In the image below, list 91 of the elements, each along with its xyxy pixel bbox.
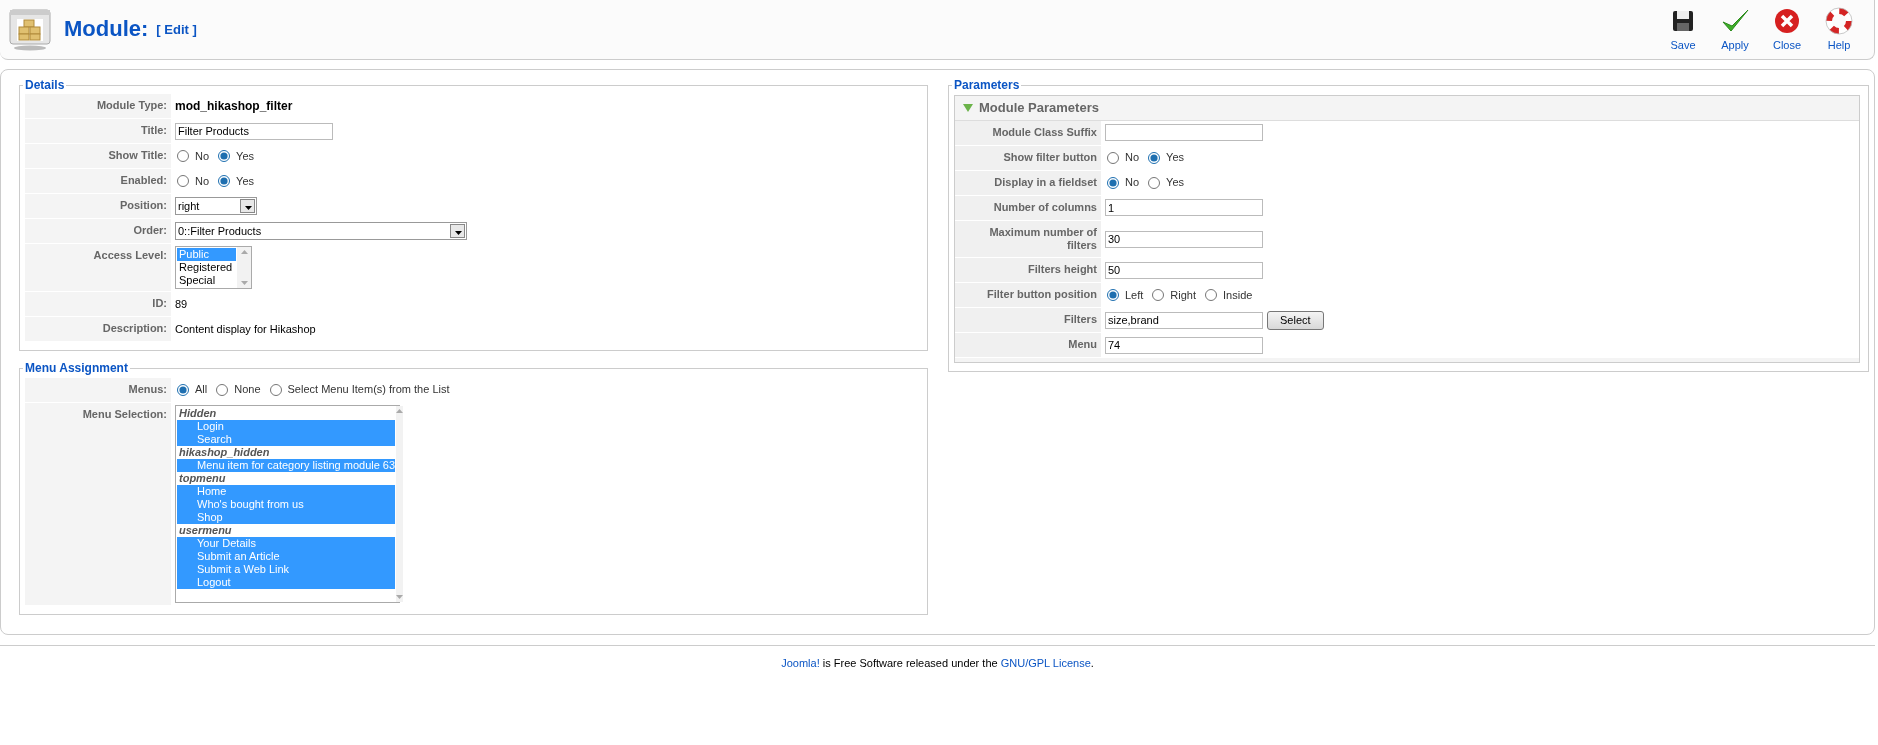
field-label: Menus: xyxy=(25,377,171,402)
scroll-up-icon[interactable] xyxy=(240,250,248,255)
option-label: Right xyxy=(1170,288,1197,302)
radio-button[interactable] xyxy=(1148,152,1161,164)
radio-button[interactable] xyxy=(1152,289,1165,302)
option-label: None xyxy=(234,383,261,397)
field-label: Number of columns xyxy=(955,196,1101,220)
field-label: Menu Selection: xyxy=(25,402,171,605)
access-level-listbox[interactable]: Public Registered Special xyxy=(175,246,252,290)
section-header[interactable]: Module Parameters xyxy=(955,96,1859,121)
radio-button[interactable] xyxy=(1107,177,1119,189)
text-field[interactable]: Filter Products xyxy=(175,122,333,140)
option-label: No xyxy=(195,174,210,188)
field-label: Title: xyxy=(25,119,171,144)
radio-button[interactable] xyxy=(177,150,189,163)
field-label: ID: xyxy=(25,292,171,317)
option-label: Inside xyxy=(1223,288,1253,302)
page-subtitle: [ Edit ] xyxy=(156,21,197,38)
field-value: 89 xyxy=(175,297,188,311)
field-label: Display in a fieldset xyxy=(955,171,1101,195)
field-label: Menu xyxy=(955,333,1101,358)
menu-group-heading: Hidden xyxy=(178,406,218,420)
fieldset-legend: Details xyxy=(23,78,67,93)
close-button[interactable]: Close xyxy=(1762,4,1812,55)
radio-button[interactable] xyxy=(218,150,231,163)
menu-group-heading: usermenu xyxy=(178,523,233,537)
option-label: Yes xyxy=(236,149,254,163)
radio-button[interactable] xyxy=(216,383,229,396)
text-field[interactable] xyxy=(1105,124,1263,142)
field-value: Content display for Hikashop xyxy=(175,322,316,336)
option-label: Select Menu Item(s) from the List xyxy=(287,383,450,397)
field-label: Description: xyxy=(25,317,171,342)
field-label: Maximum number of filters xyxy=(955,221,1101,258)
text-field[interactable]: size,brand xyxy=(1105,311,1263,329)
field-label: Filter button position xyxy=(955,283,1101,308)
lifebuoy-icon xyxy=(1825,6,1853,35)
close-icon xyxy=(1773,6,1801,35)
radio-button[interactable] xyxy=(1107,289,1119,302)
radio-button[interactable] xyxy=(177,383,189,396)
triangle-down-icon xyxy=(963,104,973,113)
apply-button[interactable]: Apply xyxy=(1710,4,1760,55)
footer-link[interactable]: GNU/GPL License xyxy=(1000,657,1091,669)
text-field[interactable]: 1 xyxy=(1105,199,1263,217)
help-button[interactable]: Help xyxy=(1814,4,1864,55)
option-label: Left xyxy=(1125,288,1144,302)
field-label: Enabled: xyxy=(25,169,171,194)
order-dropdown[interactable]: 0::Filter Products xyxy=(175,222,467,241)
field-label: Show filter button xyxy=(955,146,1101,170)
field-label: Module Type: xyxy=(25,94,171,119)
field-value: mod_hikashop_filter xyxy=(175,99,293,114)
list-option[interactable]: Registered xyxy=(177,261,236,275)
page-title: Module: xyxy=(64,16,149,43)
option-label: No xyxy=(195,149,210,163)
module-boxes-icon xyxy=(8,7,52,52)
text-field[interactable]: 30 xyxy=(1105,230,1263,248)
footer-text: Joomla! is Free Software released under the GNU/GPL License. xyxy=(781,657,1094,669)
text-field[interactable]: 74 xyxy=(1105,336,1263,354)
option-label: Yes xyxy=(1166,176,1184,190)
scroll-down-icon[interactable] xyxy=(396,594,404,599)
fieldset-legend: Parameters xyxy=(952,78,1022,93)
radio-button[interactable] xyxy=(1205,289,1218,302)
field-label: Filters xyxy=(955,308,1101,333)
option-label: Yes xyxy=(1166,151,1184,165)
position-dropdown[interactable]: right xyxy=(175,197,257,216)
select-button[interactable]: Select xyxy=(1267,310,1324,330)
scroll-down-icon[interactable] xyxy=(240,281,248,286)
field-label: Position: xyxy=(25,194,171,219)
fieldset-legend: Menu Assignment xyxy=(23,361,130,376)
option-label: All xyxy=(195,383,208,397)
save-button[interactable]: Save xyxy=(1658,4,1708,55)
field-label: Access Level: xyxy=(25,244,171,292)
field-label: Module Class Suffix xyxy=(955,121,1101,145)
radio-button[interactable] xyxy=(1148,177,1161,189)
menu-group-heading: topmenu xyxy=(178,471,227,485)
radio-button[interactable] xyxy=(177,175,189,188)
option-label: No xyxy=(1125,151,1140,165)
option-label: No xyxy=(1125,176,1140,190)
field-label: Show Title: xyxy=(25,144,171,169)
field-label: Order: xyxy=(25,219,171,244)
radio-button[interactable] xyxy=(1107,152,1119,164)
text-field[interactable]: 50 xyxy=(1105,261,1263,279)
footer-link[interactable]: Joomla! xyxy=(781,657,820,669)
scroll-up-icon[interactable] xyxy=(396,408,404,413)
radio-button[interactable] xyxy=(269,383,282,396)
radio-button[interactable] xyxy=(218,175,231,188)
scrollbar[interactable] xyxy=(396,405,404,602)
menu-group-heading: hikashop_hidden xyxy=(178,445,271,459)
scrollbar[interactable] xyxy=(237,247,251,289)
option-label: Yes xyxy=(236,174,254,188)
list-option[interactable]: Special xyxy=(177,274,236,288)
field-label: Filters height xyxy=(955,258,1101,283)
